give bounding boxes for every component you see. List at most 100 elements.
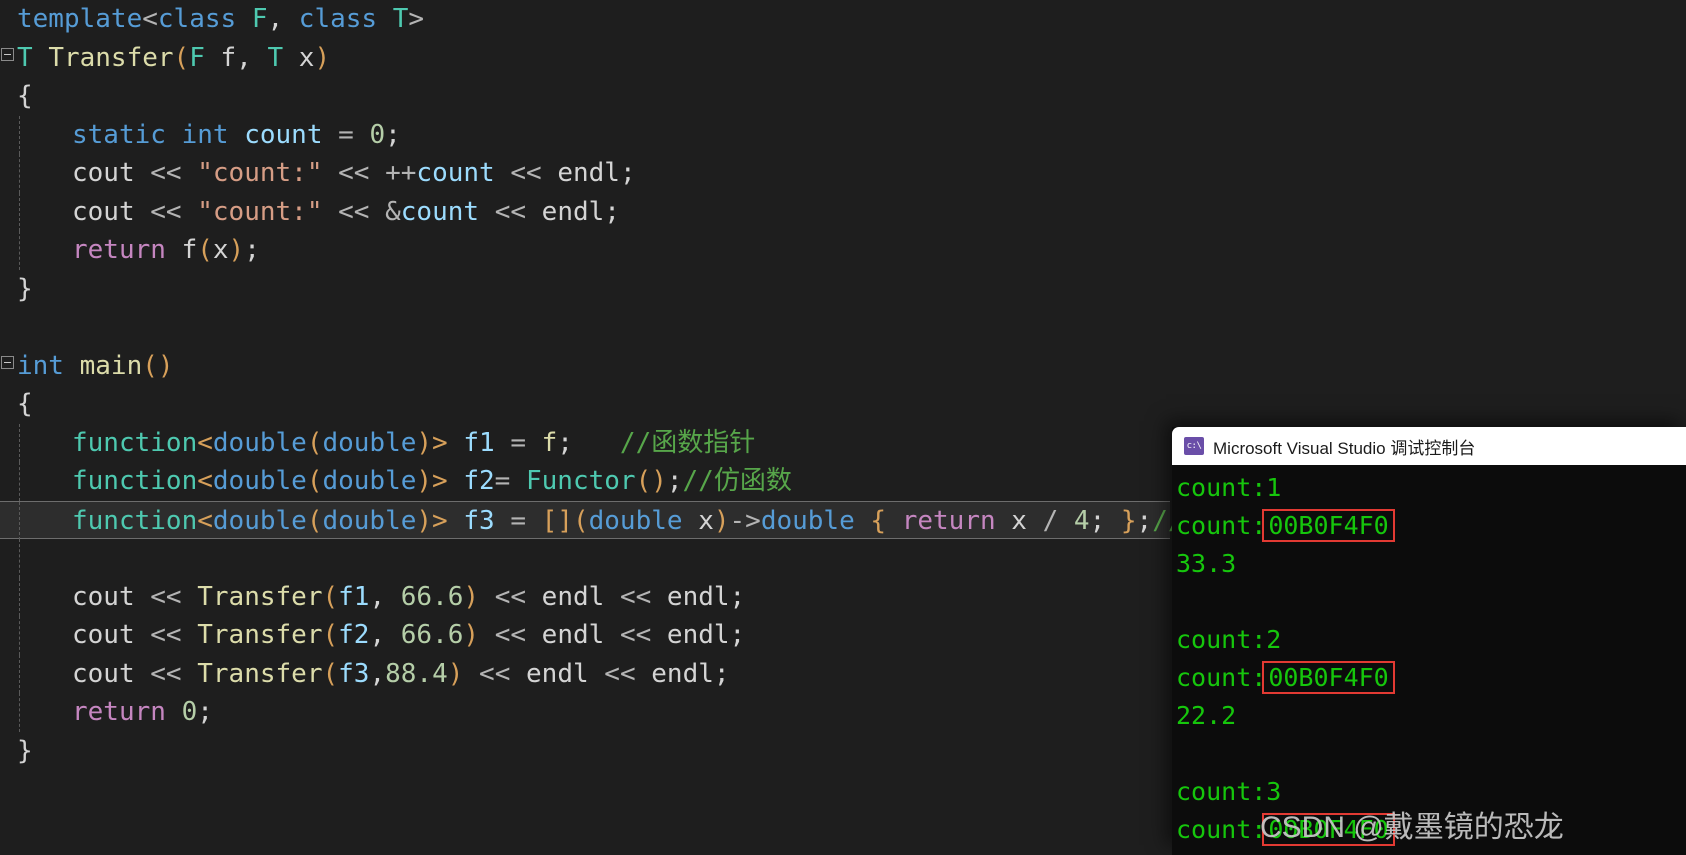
code-token: } (1120, 505, 1137, 536)
code-line[interactable]: } (0, 270, 1686, 309)
code-token: << (494, 620, 527, 650)
code-token: double (212, 466, 307, 496)
code-token: << (150, 581, 182, 612)
code-token: class (157, 4, 237, 34)
indent-guide (19, 192, 20, 231)
console-line: count:2 (1176, 621, 1686, 659)
code-token: //函数指针 (619, 427, 756, 458)
code-token: ) (463, 581, 480, 612)
code-token: Transfer (48, 42, 174, 73)
code-token: << (338, 196, 370, 227)
code-token: endl (541, 581, 605, 612)
console-output-area[interactable]: count:1 count:00B0F4F0 33.3 count:2 count:00… (1172, 465, 1686, 855)
code-token: 66.6 (400, 581, 464, 612)
code-token: Functor (525, 466, 636, 496)
code-token: { (17, 81, 33, 111)
code-token: ) (314, 42, 331, 73)
code-line-content: { (0, 81, 33, 111)
code-token: endl (666, 581, 730, 612)
code-token: ; (666, 466, 683, 496)
code-token: ) (463, 620, 480, 650)
code-token: ( (322, 581, 339, 612)
code-line-content: T Transfer(F f, T x) (0, 43, 330, 73)
code-token: << (604, 658, 636, 689)
code-line[interactable]: static int count = 0; (0, 115, 1686, 155)
code-token: class (298, 4, 378, 34)
code-line[interactable]: return f(x); (0, 231, 1686, 270)
code-token: = (494, 466, 511, 496)
code-token: ) (157, 350, 174, 381)
code-token: ) (416, 505, 433, 536)
console-line: count:3 (1176, 773, 1686, 811)
code-line[interactable] (0, 308, 1686, 347)
debug-console-window[interactable]: c:\ Microsoft Visual Studio 调试控制台 count:… (1172, 427, 1686, 855)
code-line-content: cout << Transfer(f1, 66.6) << endl << en… (0, 582, 745, 612)
indent-guide (19, 577, 20, 616)
code-line[interactable]: cout << "count:" << ++count << endl; (0, 154, 1686, 193)
code-token: ( (322, 658, 339, 689)
code-token: "count:" (197, 196, 323, 227)
code-token: = (510, 427, 526, 458)
code-line[interactable]: { (0, 77, 1686, 116)
code-token: = (510, 505, 526, 536)
fold-toggle-icon[interactable] (1, 355, 14, 369)
code-token: < (197, 427, 213, 458)
csdn-watermark: CSDN @戴墨镜的恐龙 (1260, 811, 1564, 844)
code-line[interactable]: T Transfer(F f, T x) (0, 39, 1686, 78)
code-token: , (267, 4, 299, 34)
console-line: 33.3 (1176, 545, 1686, 583)
console-line: count:1 (1176, 469, 1686, 507)
code-token: ; (197, 697, 213, 727)
code-token: > (432, 505, 448, 536)
code-token: double (760, 505, 855, 536)
code-token: < (197, 466, 213, 496)
console-title-bar[interactable]: c:\ Microsoft Visual Studio 调试控制台 (1172, 427, 1686, 465)
highlighted-value: 00B0F4F0 (1262, 509, 1395, 542)
code-token: return (901, 505, 996, 536)
code-token: << (619, 581, 652, 612)
code-token: ) (416, 466, 433, 496)
code-token: ; (244, 235, 260, 265)
code-line[interactable]: template<class F, class T> (0, 0, 1686, 39)
code-token: ( (572, 505, 589, 536)
code-line[interactable]: function<double(double)> f3 = [](double … (0, 500, 1184, 540)
code-token: double (588, 505, 683, 536)
code-token: cout (72, 581, 135, 612)
code-line[interactable]: { (0, 385, 1686, 424)
code-line[interactable]: int main() (0, 347, 1686, 386)
code-token: , (369, 620, 401, 650)
code-token: double (322, 427, 417, 458)
code-line[interactable]: cout << "count:" << &count << endl; (0, 192, 1686, 231)
code-token: double (322, 466, 417, 496)
code-line-content: function<double(double)> f2= Functor();/… (0, 466, 792, 496)
code-token: ; (1089, 505, 1106, 536)
code-token: return (72, 697, 166, 727)
code-token: ( (635, 466, 652, 496)
code-token: F (251, 4, 268, 34)
fold-toggle-icon[interactable] (1, 47, 14, 61)
